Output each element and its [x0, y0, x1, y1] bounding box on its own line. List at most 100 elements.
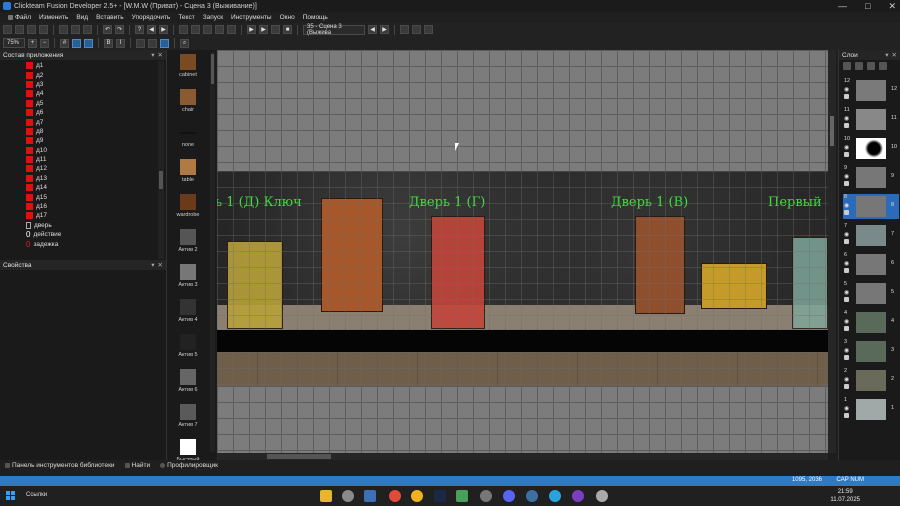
- menu-arrange[interactable]: Упорядочить: [128, 14, 175, 21]
- tree-item[interactable]: 0 задежка: [0, 239, 158, 249]
- lock-icon[interactable]: [844, 152, 849, 157]
- tree-item[interactable]: д13: [0, 174, 158, 183]
- panel-close-icon[interactable]: ✕: [158, 261, 163, 269]
- layout-icon[interactable]: [412, 25, 421, 34]
- lock-icon[interactable]: [844, 384, 849, 389]
- system-clock[interactable]: 21:59 11.07.2025: [830, 488, 860, 504]
- copy-icon[interactable]: [71, 25, 80, 34]
- lock-icon[interactable]: [844, 355, 849, 360]
- library-object[interactable]: table: [167, 159, 209, 183]
- tree-item[interactable]: дверь: [0, 221, 158, 230]
- file-explorer-icon[interactable]: [320, 490, 332, 502]
- zoom-select[interactable]: 75%: [3, 38, 25, 48]
- run-app-icon[interactable]: ▶: [247, 25, 256, 34]
- eye-icon[interactable]: ◉: [844, 86, 849, 93]
- layer-options-icon[interactable]: [867, 62, 875, 70]
- search-icon[interactable]: ⌕: [180, 38, 189, 48]
- open-folder-icon[interactable]: [15, 25, 24, 34]
- undo-icon[interactable]: ↶: [103, 25, 112, 34]
- tree-item[interactable]: д7: [0, 117, 158, 126]
- tree-item[interactable]: д4: [0, 89, 158, 98]
- chrome-icon[interactable]: [411, 490, 423, 502]
- menu-tools[interactable]: Инструменты: [227, 14, 276, 21]
- door-red[interactable]: [431, 216, 485, 329]
- zoom-in-icon[interactable]: +: [28, 38, 37, 48]
- panel-close-icon[interactable]: ✕: [892, 51, 897, 59]
- tree-item[interactable]: д1: [0, 61, 158, 70]
- library-object[interactable]: Актив 6: [167, 369, 209, 393]
- new-file-icon[interactable]: [3, 25, 12, 34]
- eye-icon[interactable]: ◉: [844, 115, 849, 122]
- layer-item[interactable]: 11 ◉ 11: [843, 107, 899, 132]
- wardrobe[interactable]: [321, 198, 383, 312]
- save-icon[interactable]: [27, 25, 36, 34]
- event-list-icon[interactable]: [215, 25, 224, 34]
- menu-text[interactable]: Текст: [174, 14, 198, 21]
- library-scrollbar[interactable]: [210, 52, 215, 452]
- tab-find[interactable]: Найти: [122, 462, 154, 469]
- zoom-out-icon[interactable]: −: [40, 38, 49, 48]
- eye-icon[interactable]: ◉: [844, 405, 849, 412]
- grid-icon[interactable]: #: [60, 38, 69, 48]
- tree-item[interactable]: д12: [0, 164, 158, 173]
- eye-icon[interactable]: ◉: [844, 202, 849, 209]
- tree-item[interactable]: д11: [0, 155, 158, 164]
- back-icon[interactable]: ◀: [147, 25, 156, 34]
- tree-scrollbar[interactable]: [158, 61, 164, 259]
- bold-icon[interactable]: B: [104, 38, 113, 48]
- magnet-icon[interactable]: [84, 38, 93, 48]
- links-toolbar[interactable]: Ссылки: [26, 492, 47, 498]
- library-object[interactable]: cabinet: [167, 54, 209, 78]
- door-brown[interactable]: [635, 216, 685, 314]
- delete-layer-icon[interactable]: [855, 62, 863, 70]
- eye-icon[interactable]: ◉: [844, 318, 849, 325]
- menu-help[interactable]: Помощь: [299, 14, 332, 21]
- telegram-icon[interactable]: [549, 490, 561, 502]
- tree-item[interactable]: д15: [0, 192, 158, 201]
- lock-icon[interactable]: [844, 123, 849, 128]
- lock-icon[interactable]: [844, 181, 849, 186]
- photoshop-icon[interactable]: [434, 490, 446, 502]
- clock-app-icon[interactable]: [596, 490, 608, 502]
- build-icon[interactable]: [271, 25, 280, 34]
- run-frame-icon[interactable]: ▶: [259, 25, 268, 34]
- library-object[interactable]: chair: [167, 89, 209, 113]
- tree-item[interactable]: д9: [0, 136, 158, 145]
- tree-item[interactable]: д5: [0, 99, 158, 108]
- library-object[interactable]: wardrobe: [167, 194, 209, 218]
- chrome-icon[interactable]: [389, 490, 401, 502]
- layer-item[interactable]: 10 ◉ 10: [843, 136, 899, 161]
- door-teal[interactable]: [792, 237, 828, 329]
- editor-vscrollbar[interactable]: [828, 50, 836, 453]
- frame-editor-icon[interactable]: [191, 25, 200, 34]
- lock-icon[interactable]: [844, 94, 849, 99]
- next-frame-icon[interactable]: ▶: [380, 25, 389, 34]
- layer-item[interactable]: 5 ◉ 5: [843, 281, 899, 306]
- stop-icon[interactable]: ■: [283, 25, 292, 34]
- add-layer-icon[interactable]: [843, 62, 851, 70]
- tree-item[interactable]: д8: [0, 127, 158, 136]
- redo-icon[interactable]: ↷: [115, 25, 124, 34]
- data-elements-icon[interactable]: [227, 25, 236, 34]
- snap-icon[interactable]: [72, 38, 81, 48]
- tree-item[interactable]: д2: [0, 70, 158, 79]
- lock-icon[interactable]: [844, 239, 849, 244]
- library-object[interactable]: Актив 2: [167, 229, 209, 253]
- align-right-icon[interactable]: [160, 38, 169, 48]
- lock-icon[interactable]: [844, 326, 849, 331]
- tree-item[interactable]: 0 действие: [0, 230, 158, 239]
- storyboard-icon[interactable]: [179, 25, 188, 34]
- browser-icon[interactable]: [572, 490, 584, 502]
- lock-icon[interactable]: [844, 210, 849, 215]
- eye-icon[interactable]: ◉: [844, 289, 849, 296]
- editor-hscrollbar[interactable]: [217, 453, 828, 460]
- event-editor-icon[interactable]: [203, 25, 212, 34]
- tree-item[interactable]: д14: [0, 183, 158, 192]
- panel-close-icon[interactable]: ✕: [158, 51, 163, 59]
- eye-icon[interactable]: ◉: [844, 260, 849, 267]
- discord-icon[interactable]: [503, 490, 515, 502]
- maximize-button[interactable]: □: [865, 0, 870, 12]
- frame-select[interactable]: 35 - Сцена 3 (Выжива: [303, 24, 365, 36]
- close-button[interactable]: ✕: [888, 0, 896, 12]
- tree-item[interactable]: д3: [0, 80, 158, 89]
